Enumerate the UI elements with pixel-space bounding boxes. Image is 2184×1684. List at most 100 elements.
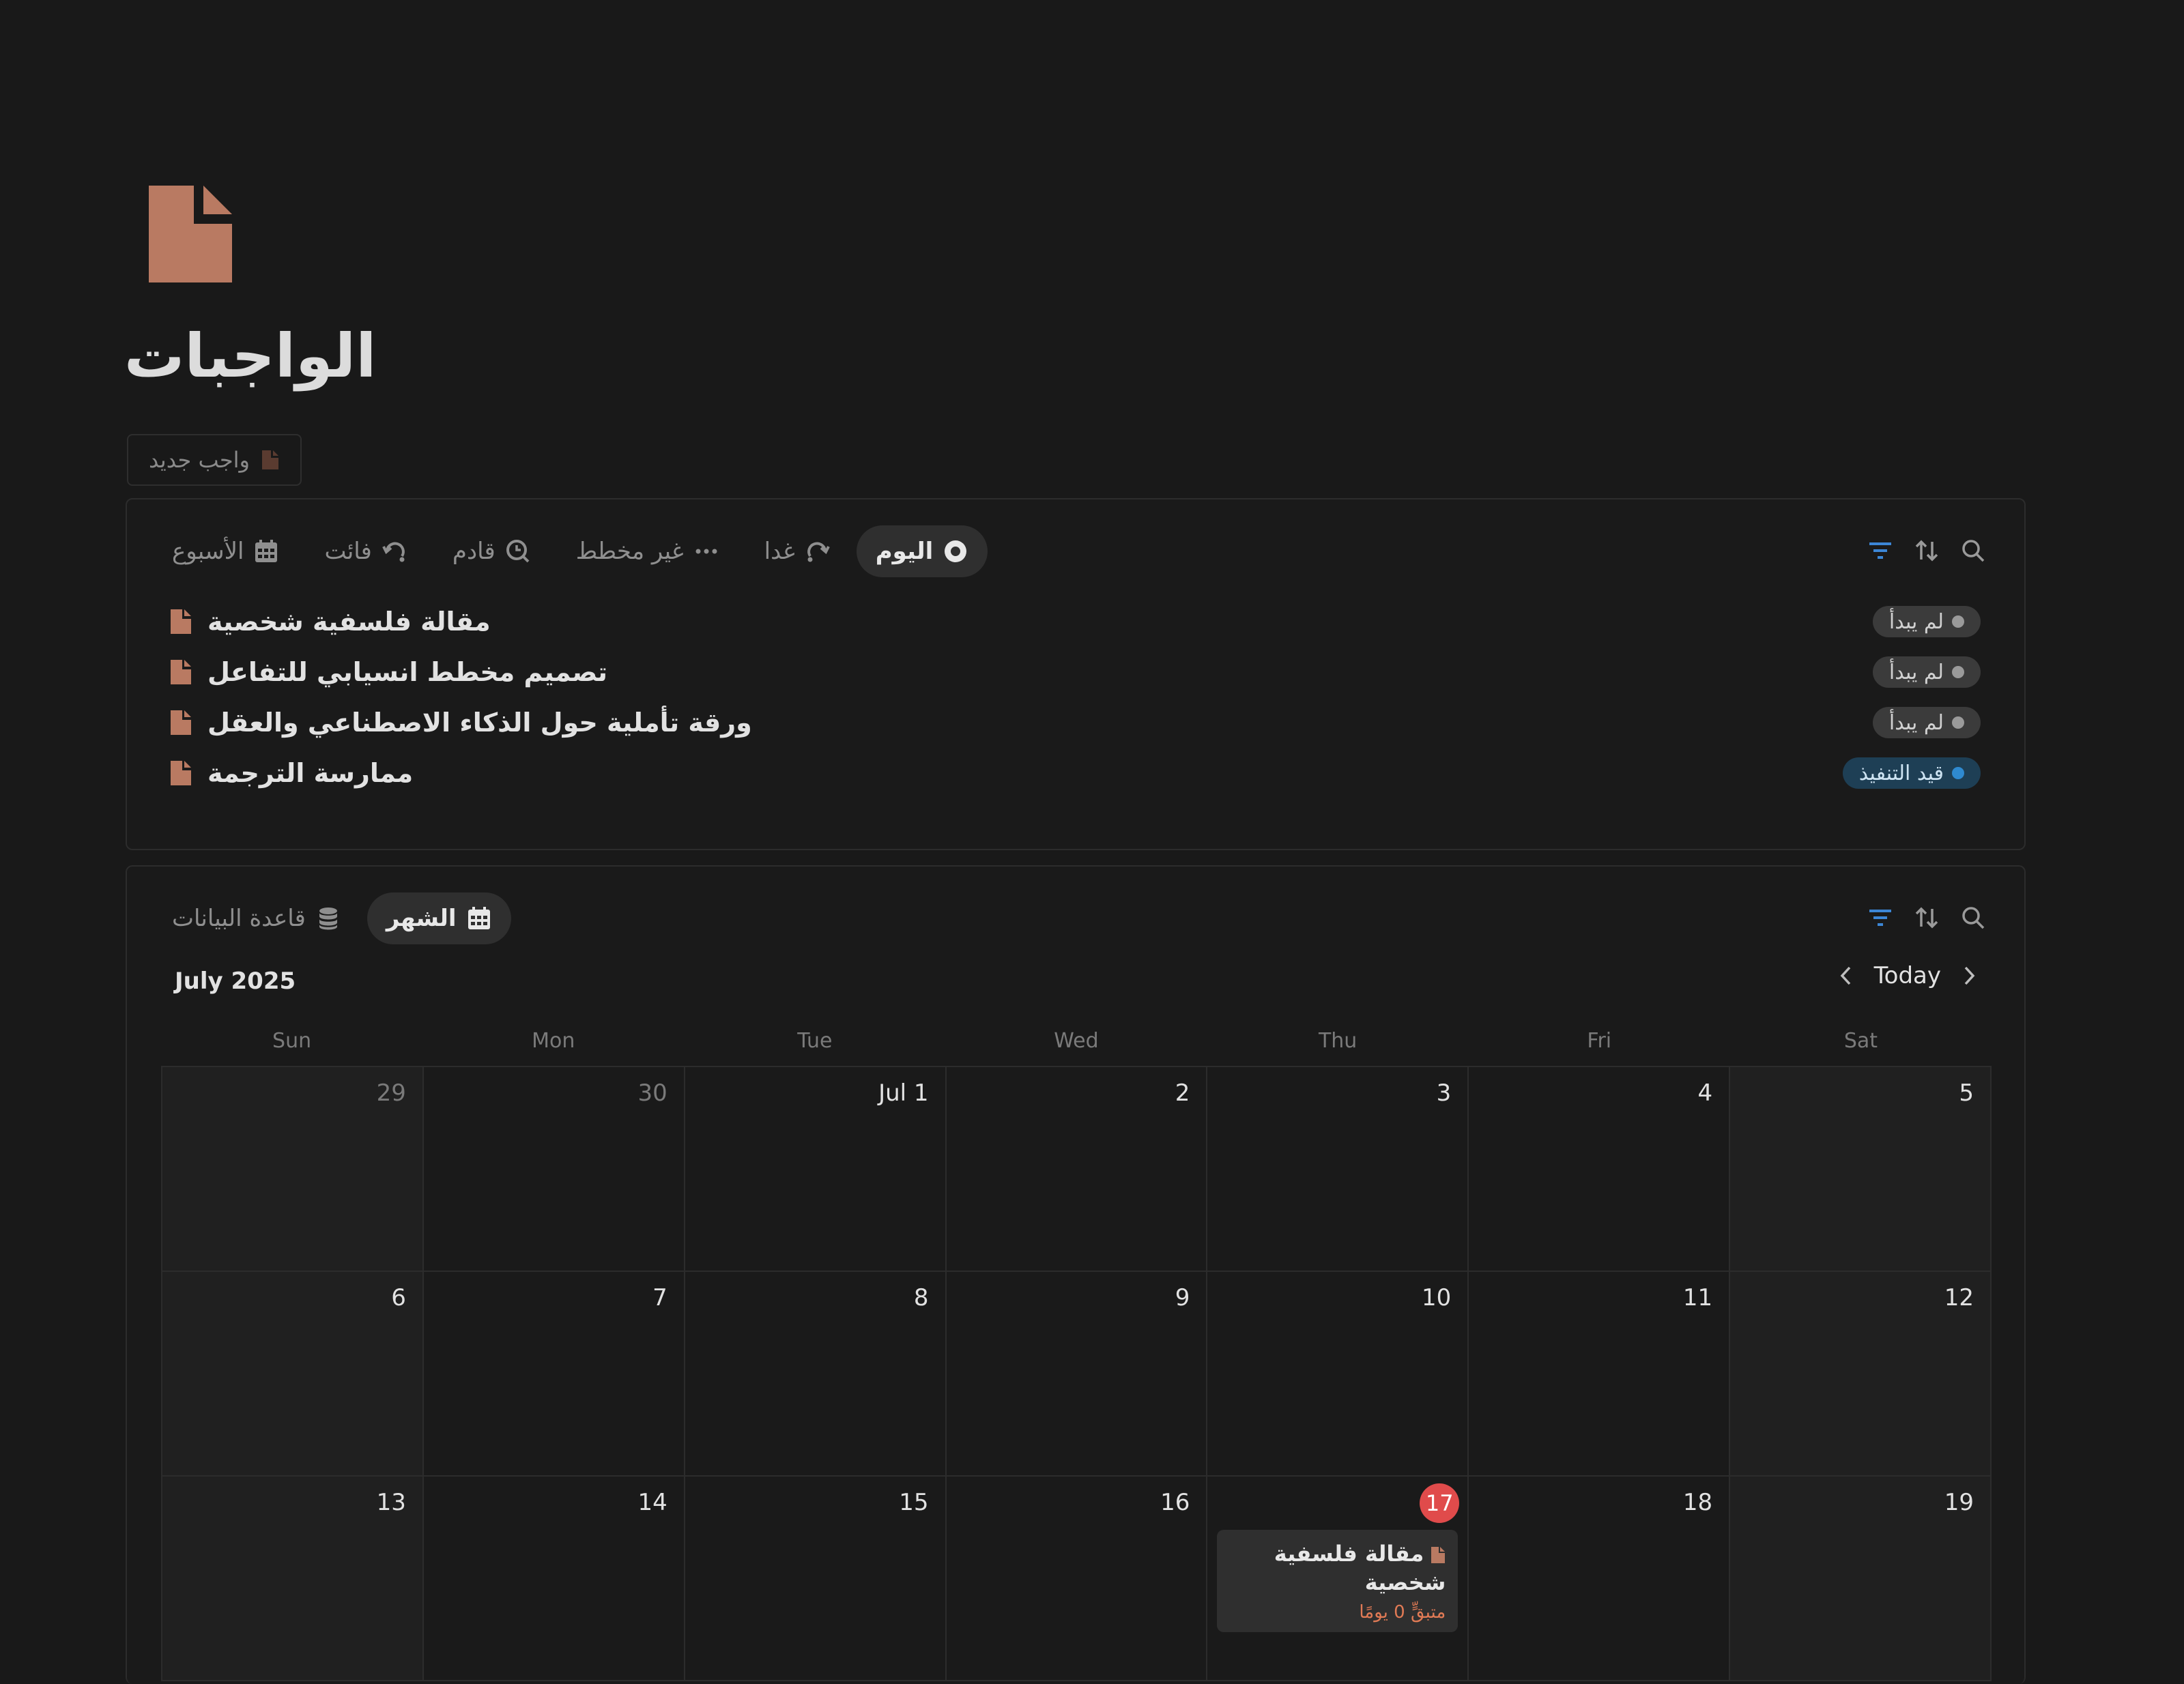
weekday-header: Sun Mon Tue Wed Thu Fri Sat xyxy=(161,1029,1992,1053)
chevron-left-icon[interactable] xyxy=(1836,963,1856,988)
calendar-nav: Today xyxy=(1836,962,1979,989)
ellipsis-icon xyxy=(695,549,717,554)
item-name[interactable]: ورقة تأملية حول الذكاء الاصطناعي والعقل xyxy=(169,708,752,738)
calendar-day[interactable]: 4 xyxy=(1469,1067,1731,1272)
day-number: 29 xyxy=(376,1079,406,1107)
tab-label: الشهر xyxy=(386,905,457,932)
calendar-day-today[interactable]: 17 مقالة فلسفية شخصية متبقٍّ 0 يومًا xyxy=(1207,1477,1469,1681)
calendar-day[interactable]: 3 xyxy=(1207,1067,1469,1272)
day-number: Jul 1 xyxy=(878,1079,929,1107)
sort-icon[interactable] xyxy=(1914,538,1940,564)
tab-tomorrow[interactable]: غدا xyxy=(745,525,850,577)
tab-database[interactable]: قاعدة البيانات xyxy=(153,892,360,944)
radio-icon xyxy=(945,540,967,562)
tab-week[interactable]: الأسبوع xyxy=(153,525,298,577)
calendar-day[interactable]: 12 xyxy=(1730,1272,1992,1477)
status-badge[interactable]: قيد التنفيذ xyxy=(1842,757,1981,789)
day-number: 10 xyxy=(1422,1284,1452,1311)
calendar-day[interactable]: 13 xyxy=(162,1477,424,1681)
event-title: مقالة فلسفية شخصية xyxy=(1229,1539,1446,1597)
item-name[interactable]: مقالة فلسفية شخصية xyxy=(169,607,491,637)
item-title: ورقة تأملية حول الذكاء الاصطناعي والعقل xyxy=(207,708,752,738)
tab-label: قاعدة البيانات xyxy=(172,905,306,932)
status-badge[interactable]: لم يبدأ xyxy=(1872,656,1981,688)
calendar-event[interactable]: مقالة فلسفية شخصية متبقٍّ 0 يومًا xyxy=(1217,1530,1459,1632)
calendar-day[interactable]: 7 xyxy=(423,1272,685,1477)
tab-missed[interactable]: فائت xyxy=(305,525,426,577)
chevron-right-icon[interactable] xyxy=(1959,963,1979,988)
item-title: تصميم مخطط انسيابي للتفاعل xyxy=(207,657,608,687)
calendar-day[interactable]: 5 xyxy=(1730,1067,1992,1272)
filter-icon[interactable] xyxy=(1867,538,1893,564)
document-icon[interactable] xyxy=(146,183,235,285)
day-number: 30 xyxy=(637,1079,667,1107)
day-number: 14 xyxy=(637,1489,667,1516)
status-dot xyxy=(1952,666,1964,678)
today-button[interactable]: Today xyxy=(1874,962,1941,989)
redo-arrow-icon xyxy=(807,542,830,562)
tab-month[interactable]: الشهر xyxy=(367,892,511,944)
status-badge[interactable]: لم يبدأ xyxy=(1872,606,1981,637)
calendar-day[interactable]: 8 xyxy=(685,1272,947,1477)
weekday-label: Tue xyxy=(797,1029,833,1053)
day-number: 8 xyxy=(913,1284,929,1311)
calendar-icon xyxy=(255,540,278,562)
calendar-view-tabs: الشهر قاعدة البيانات xyxy=(153,892,511,944)
filter-icon[interactable] xyxy=(1867,905,1893,931)
status-badge[interactable]: لم يبدأ xyxy=(1872,707,1981,738)
day-number: 18 xyxy=(1682,1489,1713,1516)
tab-label: الأسبوع xyxy=(172,538,244,565)
calendar-day[interactable]: 30 xyxy=(423,1067,685,1272)
new-assignment-label: واجب جديد xyxy=(149,447,250,473)
weekday-label: Sun xyxy=(272,1029,312,1053)
day-number: 12 xyxy=(1944,1284,1974,1311)
month-label: July 2025 xyxy=(175,968,296,995)
day-number: 2 xyxy=(1175,1079,1190,1107)
day-number: 5 xyxy=(1959,1079,1974,1107)
item-name[interactable]: تصميم مخطط انسيابي للتفاعل xyxy=(169,657,607,687)
document-icon xyxy=(171,761,191,785)
tab-label: فائت xyxy=(324,538,372,565)
day-number: 11 xyxy=(1682,1284,1713,1311)
tab-unscheduled[interactable]: غير مخطط xyxy=(557,525,738,577)
calendar-day[interactable]: 9 xyxy=(946,1272,1208,1477)
day-number: 7 xyxy=(652,1284,667,1311)
list-item[interactable]: ممارسة الترجمة قيد التنفيذ xyxy=(169,752,1981,794)
search-icon[interactable] xyxy=(1960,905,1986,931)
calendar-panel: الشهر قاعدة البيانات July 2025 Today Sun… xyxy=(126,865,2026,1684)
calendar-day[interactable]: 14 xyxy=(423,1477,685,1681)
tab-label: قادم xyxy=(452,538,495,565)
new-assignment-button[interactable]: واجب جديد xyxy=(127,434,302,486)
list-item[interactable]: ورقة تأملية حول الذكاء الاصطناعي والعقل … xyxy=(169,701,1981,744)
status-dot xyxy=(1952,716,1964,729)
calendar-day[interactable]: 19 xyxy=(1730,1477,1992,1681)
event-due-text: متبقٍّ 0 يومًا xyxy=(1359,1602,1446,1623)
calendar-day[interactable]: 18 xyxy=(1469,1477,1731,1681)
calendar-day[interactable]: 6 xyxy=(162,1272,424,1477)
calendar-day[interactable]: 2 xyxy=(946,1067,1208,1272)
document-icon xyxy=(171,710,191,735)
calendar-day[interactable]: 11 xyxy=(1469,1272,1731,1477)
day-number: 16 xyxy=(1160,1489,1190,1516)
search-icon[interactable] xyxy=(1960,538,1986,564)
list-item[interactable]: مقالة فلسفية شخصية لم يبدأ xyxy=(169,600,1981,643)
tab-upcoming[interactable]: قادم xyxy=(433,525,550,577)
status-label: لم يبدأ xyxy=(1888,609,1944,634)
calendar-day[interactable]: Jul 1 xyxy=(685,1067,947,1272)
page-title: الواجبات xyxy=(124,321,377,391)
search-clock-icon xyxy=(506,540,530,563)
day-number: 13 xyxy=(376,1489,406,1516)
day-number: 15 xyxy=(899,1489,929,1516)
calendar-day[interactable]: 29 xyxy=(162,1067,424,1272)
sort-icon[interactable] xyxy=(1914,905,1940,931)
day-number: 4 xyxy=(1697,1079,1713,1107)
tab-today[interactable]: اليوم xyxy=(856,525,988,577)
list-item[interactable]: تصميم مخطط انسيابي للتفاعل لم يبدأ xyxy=(169,651,1981,693)
weekday-label: Fri xyxy=(1587,1029,1612,1053)
calendar-grid: 29 30 Jul 1 2 3 4 5 6 7 8 9 10 11 12 13 … xyxy=(161,1066,1992,1681)
item-name[interactable]: ممارسة الترجمة xyxy=(169,758,413,788)
calendar-day[interactable]: 15 xyxy=(685,1477,947,1681)
calendar-day[interactable]: 10 xyxy=(1207,1272,1469,1477)
event-title-text: مقالة فلسفية شخصية xyxy=(1274,1541,1446,1595)
calendar-day[interactable]: 16 xyxy=(946,1477,1208,1681)
